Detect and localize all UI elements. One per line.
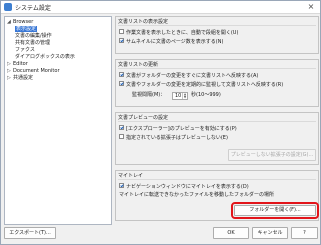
- my-tray-note: マイトレイに転送できなかったファイルを移動したフォルダーの場所: [119, 192, 275, 198]
- cancel-button[interactable]: キャンセル: [252, 227, 288, 239]
- checkbox[interactable]: [119, 183, 124, 188]
- group-document-list-display: 文書リストの表示設定 作業文書を表示したときに、自動で段組を開く(U) サムネイ…: [115, 16, 319, 54]
- ok-button[interactable]: OK: [213, 227, 249, 239]
- option-show-my-tray[interactable]: ナビゲーションウィンドウにマイトレイを表示する(D): [119, 183, 249, 191]
- interval-label: 監視間隔(M)：: [132, 92, 166, 98]
- interval-stepper[interactable]: 10 ▲ ▼: [172, 92, 188, 100]
- callout-highlight: [231, 202, 319, 219]
- tree-item-display-settings[interactable]: 表示設定: [15, 26, 38, 33]
- option-thumbnail-page-count[interactable]: サムネイルに文書のページ数を表示する(N): [119, 38, 223, 46]
- group-document-preview: 文書プレビューの設定 [エクスプローラー]のプレビューを有効にする(P) 指定さ…: [115, 112, 319, 165]
- checkbox[interactable]: [119, 72, 124, 77]
- tree-item-browser[interactable]: ◢ Browser: [7, 19, 33, 26]
- group-title: 文書リストの更新: [118, 62, 159, 68]
- tree-item-document-monitor[interactable]: ▷ Document Monitor: [7, 68, 60, 75]
- option-exclude-extensions[interactable]: 指定されている拡張子はプレビューしない(E): [119, 134, 228, 142]
- tree-item-dialog-display[interactable]: ダイアログボックスの表示: [15, 54, 75, 61]
- option-auto-columns[interactable]: 作業文書を表示したときに、自動で段組を開く(U): [119, 29, 238, 37]
- tree-item-document-edit[interactable]: 文書の編集/操作: [15, 33, 52, 40]
- checkbox[interactable]: [119, 134, 124, 139]
- close-icon[interactable]: ×: [305, 2, 317, 12]
- option-explorer-preview[interactable]: [エクスプローラー]のプレビューを有効にする(P): [119, 125, 237, 133]
- option-immediate-update[interactable]: 文書がフォルダーの変更をすぐに文書リストへ反映する(A): [119, 72, 258, 80]
- checkbox[interactable]: [119, 29, 124, 34]
- app-icon: [4, 3, 12, 11]
- checkbox[interactable]: [119, 38, 124, 43]
- extension-settings-button[interactable]: プレビューしない拡張子の設定(G)...: [228, 149, 316, 161]
- group-title: 文書プレビューの設定: [118, 115, 169, 121]
- divider: [118, 121, 316, 122]
- spin-arrows-icon[interactable]: ▲ ▼: [182, 93, 187, 99]
- title-bar: システム設定 ×: [1, 1, 320, 14]
- tree-item-common-settings[interactable]: ▷ 共通設定: [7, 75, 33, 82]
- divider: [118, 68, 316, 69]
- group-document-list-update: 文書リストの更新 文書がフォルダーの変更をすぐに文書リストへ反映する(A) 文書…: [115, 59, 319, 107]
- checkbox[interactable]: [119, 81, 124, 86]
- system-settings-dialog: システム設定 × ◢ Browser 表示設定 文書の編集/操作 共有文書の管理 …: [0, 0, 321, 245]
- help-button[interactable]: ?: [291, 227, 318, 239]
- group-title: 文書リストの表示設定: [118, 19, 169, 25]
- tree-item-fax[interactable]: ファクス: [15, 47, 35, 54]
- checkbox[interactable]: [119, 125, 124, 130]
- export-button[interactable]: エクスポート(T)...: [4, 227, 56, 239]
- window-title: システム設定: [15, 5, 51, 12]
- interval-unit: 秒(10～999): [191, 92, 221, 98]
- interval-value[interactable]: 10: [175, 93, 181, 99]
- group-title: マイトレイ: [118, 173, 144, 179]
- tree-item-editor[interactable]: ▷ Editor: [7, 61, 28, 68]
- tree-item-shared-docs[interactable]: 共有文書の管理: [15, 40, 50, 47]
- divider: [118, 179, 316, 180]
- divider: [118, 25, 316, 26]
- option-periodic-update[interactable]: 文書やフォルダーの変更を定期的に監視して文書リストへ反映する(R): [119, 81, 283, 89]
- settings-tree: ◢ Browser 表示設定 文書の編集/操作 共有文書の管理 ファクス ダイアロ…: [4, 16, 112, 225]
